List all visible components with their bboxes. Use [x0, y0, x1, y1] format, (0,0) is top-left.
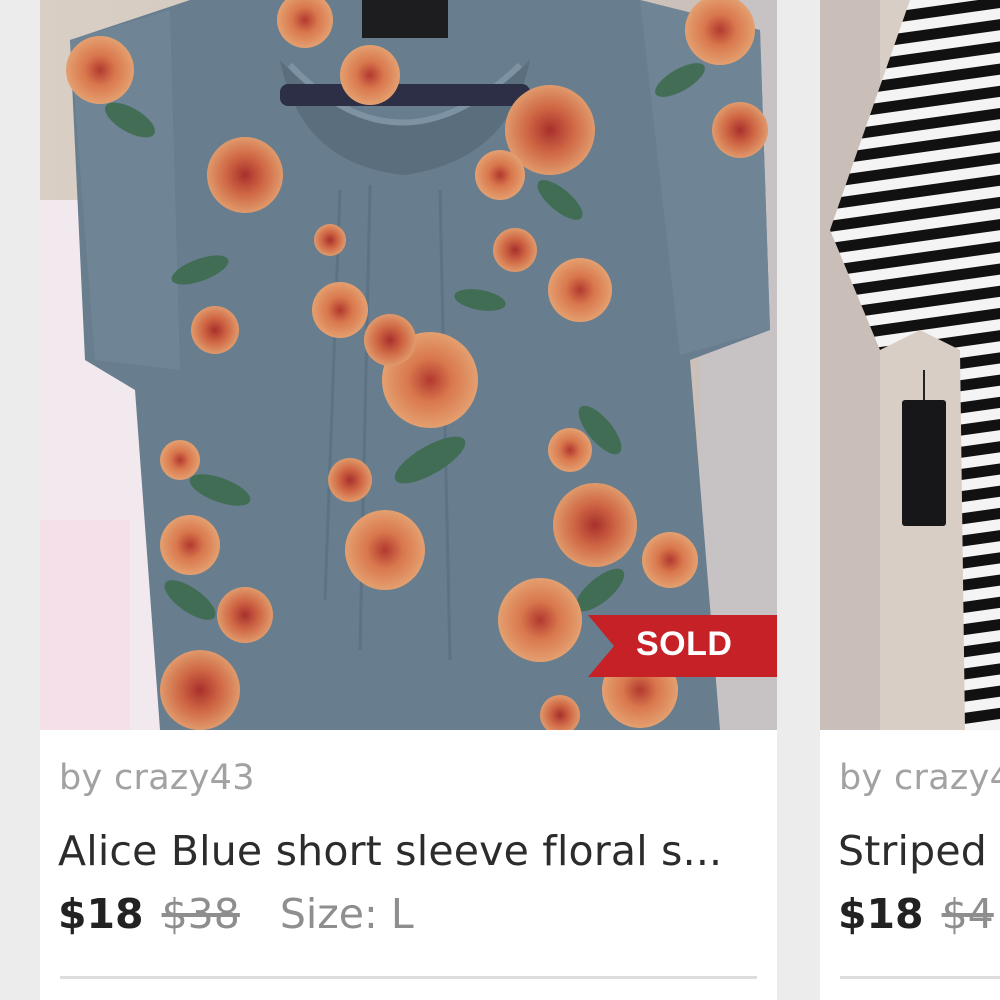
listing-info: by crazy43 Alice Blue short sleeve flora… [40, 730, 777, 1000]
listing-size: Size: L [279, 890, 414, 938]
listing-photo[interactable]: SOLD [40, 0, 777, 730]
listing-info: by crazy4 Striped $18 $4 [820, 730, 1000, 1000]
original-price: $38 [161, 890, 240, 938]
seller-name[interactable]: by crazy43 [59, 758, 255, 798]
listing-title[interactable]: Alice Blue short sleeve floral s... [58, 827, 758, 875]
card-divider [60, 976, 757, 979]
sold-badge: SOLD [588, 615, 777, 677]
listing-price: $18 [838, 890, 924, 938]
listing-card[interactable]: SOLD by crazy43 Alice Blue short sleeve … [40, 0, 777, 1000]
card-divider [840, 976, 1000, 979]
listing-feed: SOLD by crazy43 Alice Blue short sleeve … [0, 0, 1000, 1000]
original-price: $4 [941, 890, 994, 938]
listing-price: $18 [58, 890, 144, 938]
listing-title[interactable]: Striped [838, 827, 1000, 875]
price-row: $18 $38 Size: L [58, 890, 414, 938]
listing-photo[interactable] [820, 0, 1000, 730]
price-row: $18 $4 [838, 890, 994, 938]
sold-label: SOLD [636, 625, 733, 663]
seller-name[interactable]: by crazy4 [839, 758, 1000, 798]
listing-card[interactable]: by crazy4 Striped $18 $4 [820, 0, 1000, 1000]
